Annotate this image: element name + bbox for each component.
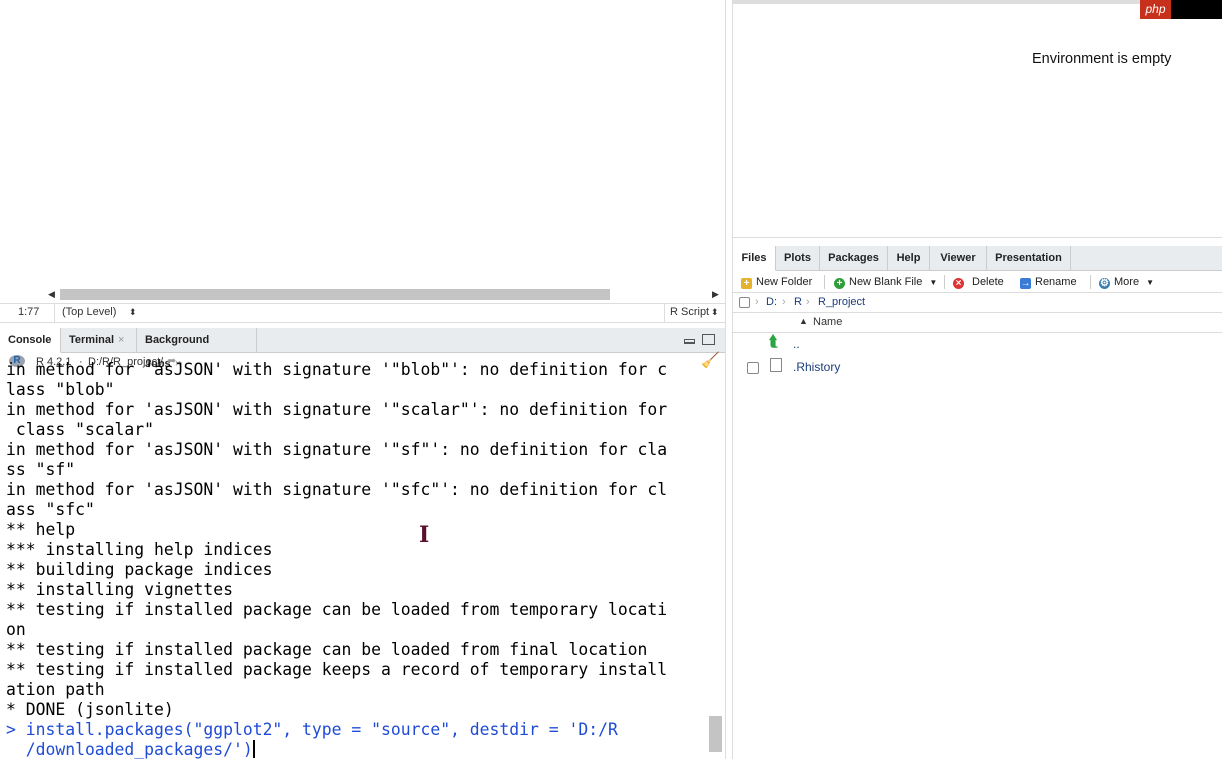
cursor-position: 1:77 bbox=[18, 306, 40, 318]
new-blank-file-button[interactable]: + New Blank File ▼ bbox=[834, 274, 937, 290]
console-line: class "scalar" bbox=[6, 420, 155, 439]
console-line: ation path bbox=[6, 680, 105, 699]
breadcrumb-item-drive[interactable]: D: bbox=[766, 296, 777, 308]
console-line: in method for 'asJSON' with signature '"… bbox=[6, 480, 668, 499]
gear-icon: ⚙ bbox=[1099, 278, 1110, 289]
console-output[interactable]: in method for 'asJSON' with signature '"… bbox=[6, 360, 711, 759]
plus-circle-icon: + bbox=[834, 278, 845, 289]
delete-x-icon: × bbox=[953, 278, 964, 289]
console-line: in method for 'asJSON' with signature '"… bbox=[6, 440, 668, 459]
pane-splitter[interactable] bbox=[725, 0, 733, 759]
console-line: ** testing if installed package can be l… bbox=[6, 640, 648, 659]
file-name[interactable]: .Rhistory bbox=[793, 360, 840, 374]
sort-ascending-icon[interactable]: ▲ bbox=[799, 316, 808, 326]
breadcrumb-item-r[interactable]: R bbox=[794, 296, 802, 308]
environment-empty-message: Environment is empty bbox=[1032, 51, 1172, 67]
tab-console[interactable]: Console bbox=[0, 328, 61, 353]
scope-chevron-icon[interactable]: ⬍ bbox=[129, 307, 137, 318]
file-checkbox[interactable] bbox=[747, 362, 759, 374]
console-line: ** installing vignettes bbox=[6, 580, 233, 599]
console-line: ss "sf" bbox=[6, 460, 76, 479]
delete-button[interactable]: × Delete bbox=[953, 274, 1004, 290]
chevron-right-icon: › bbox=[806, 296, 810, 308]
maximize-icon[interactable] bbox=[702, 334, 715, 345]
folder-plus-icon: + bbox=[741, 278, 752, 289]
mouse-ibeam-cursor-icon: I bbox=[419, 522, 430, 548]
console-line: ass "sfc" bbox=[6, 500, 95, 519]
console-input-line[interactable]: /downloaded_packages/') bbox=[6, 740, 711, 759]
console-tab-bar: Console Terminal × Background Jobs × bbox=[0, 328, 725, 370]
scroll-left-icon[interactable]: ◀ bbox=[48, 289, 55, 300]
new-folder-button[interactable]: + New Folder bbox=[741, 274, 812, 290]
files-toolbar: + New Folder + New Blank File ▼ × Delete → R… bbox=[733, 271, 1222, 292]
file-name[interactable]: .. bbox=[793, 337, 800, 351]
select-all-checkbox[interactable] bbox=[739, 297, 750, 308]
close-icon[interactable]: × bbox=[118, 334, 124, 346]
tab-help[interactable]: Help bbox=[888, 246, 930, 270]
tab-viewer[interactable]: Viewer bbox=[930, 246, 987, 270]
console-line: on bbox=[6, 620, 26, 639]
files-tab-bar: Files Plots Packages Help Viewer Present… bbox=[733, 246, 1222, 271]
file-row-parent[interactable]: ⮬ .. bbox=[733, 333, 1222, 355]
scrollbar-thumb[interactable] bbox=[60, 289, 610, 300]
tab-background-jobs[interactable]: Background Jobs × bbox=[137, 328, 257, 370]
tab-plots[interactable]: Plots bbox=[776, 246, 820, 270]
editor-status-bar: 1:77 (Top Level) ⬍ R Script ⬍ bbox=[0, 303, 725, 323]
chevron-right-icon: › bbox=[782, 296, 786, 308]
file-icon bbox=[770, 358, 782, 372]
console-command-line[interactable]: > install.packages("ggplot2", type = "so… bbox=[6, 720, 711, 740]
console-line: ** building package indices bbox=[6, 560, 273, 579]
environment-pane bbox=[733, 0, 1222, 238]
file-type-selector[interactable]: R Script bbox=[670, 306, 709, 318]
breadcrumb-item-r-project[interactable]: R_project bbox=[818, 296, 865, 308]
breadcrumb: › D: › R › R_project bbox=[733, 292, 1222, 313]
scroll-right-icon[interactable]: ▶ bbox=[712, 289, 719, 300]
console-line: ** testing if installed package can be l… bbox=[6, 600, 668, 619]
console-line: * DONE (jsonlite) bbox=[6, 700, 174, 719]
rename-arrow-icon: → bbox=[1020, 278, 1031, 289]
php-watermark-logo: php bbox=[1140, 0, 1222, 19]
console-line: *** installing help indices bbox=[6, 540, 273, 559]
console-line: ** help bbox=[6, 520, 76, 539]
home-chevron-icon: › bbox=[755, 296, 759, 308]
file-list-header: ▲ Name bbox=[733, 312, 1222, 333]
tab-presentation[interactable]: Presentation bbox=[987, 246, 1071, 270]
file-type-chevron-icon[interactable]: ⬍ bbox=[711, 307, 719, 318]
file-row-rhistory[interactable]: .Rhistory bbox=[733, 356, 1222, 378]
minimize-icon[interactable] bbox=[684, 339, 695, 344]
console-line: in method for 'asJSON' with signature '"… bbox=[6, 360, 668, 379]
tab-packages[interactable]: Packages bbox=[820, 246, 888, 270]
text-cursor bbox=[252, 740, 255, 758]
tab-terminal[interactable]: Terminal × bbox=[61, 328, 137, 352]
editor-horizontal-scrollbar[interactable]: ◀ ▶ bbox=[0, 287, 722, 302]
more-button[interactable]: ⚙ More ▼ bbox=[1099, 274, 1154, 290]
source-editor[interactable] bbox=[0, 0, 725, 303]
console-line: in method for 'asJSON' with signature '"… bbox=[6, 400, 668, 419]
chevron-down-icon: ▼ bbox=[929, 278, 938, 287]
rename-button[interactable]: → Rename bbox=[1020, 274, 1077, 290]
console-line: ** testing if installed package keeps a … bbox=[6, 660, 668, 679]
scope-selector[interactable]: (Top Level) bbox=[62, 306, 116, 318]
chevron-down-icon: ▼ bbox=[1146, 278, 1155, 287]
up-arrow-icon: ⮬ bbox=[769, 333, 778, 350]
tab-files[interactable]: Files bbox=[733, 246, 776, 271]
column-name[interactable]: Name bbox=[813, 316, 842, 328]
console-vertical-scrollbar[interactable] bbox=[709, 716, 722, 752]
console-line: lass "blob" bbox=[6, 380, 115, 399]
